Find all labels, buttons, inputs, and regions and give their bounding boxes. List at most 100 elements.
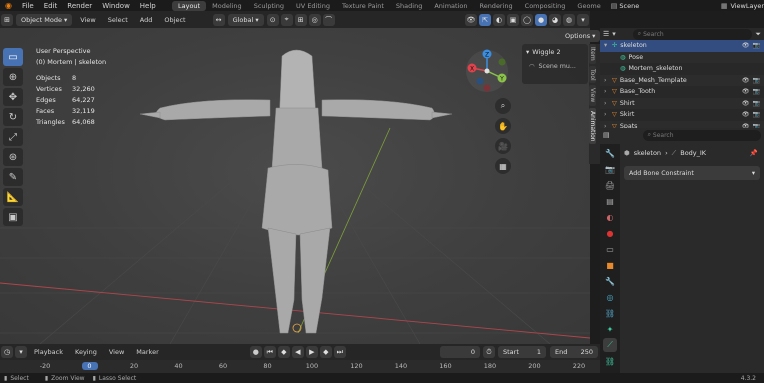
outliner-search-input[interactable]: ⌕ Search: [632, 28, 753, 40]
expand-arrow-right-icon[interactable]: ›: [604, 88, 612, 95]
object-props-icon[interactable]: ■: [603, 258, 617, 272]
outliner-row[interactable]: ◍ Mortem_skeleton: [600, 63, 764, 75]
measure-tool-icon[interactable]: 📐: [3, 188, 23, 206]
mode-select[interactable]: Object Mode ▾: [16, 13, 73, 26]
tab-tool[interactable]: Tool: [589, 65, 596, 84]
transform-tool-icon[interactable]: ⊛: [3, 148, 23, 166]
view-layer-name[interactable]: ViewLayer: [730, 2, 764, 10]
rotate-tool-icon[interactable]: ↻: [3, 108, 23, 126]
tool-props-icon[interactable]: 🔧: [603, 146, 617, 160]
render-camera-icon[interactable]: 📷: [753, 42, 764, 49]
outliner-row[interactable]: ◍ Pose: [600, 51, 764, 63]
menu-edit[interactable]: Edit: [39, 2, 63, 10]
render-camera-icon[interactable]: 📷: [753, 100, 764, 107]
workspace-tab-layout[interactable]: Layout: [172, 0, 207, 11]
menu-playback[interactable]: Playback: [28, 348, 69, 356]
visibility-eye-icon[interactable]: 👁: [742, 111, 753, 118]
shading-rendered-icon[interactable]: ◍: [563, 13, 575, 26]
bone-constraint-props-icon[interactable]: ⛓: [603, 354, 617, 368]
modifier-props-icon[interactable]: 🔧: [603, 274, 617, 288]
visibility-eye-icon[interactable]: 👁: [742, 77, 753, 84]
outliner-filter-icon[interactable]: ⏷: [755, 30, 761, 39]
workspace-tab-shading[interactable]: Shading: [390, 1, 428, 11]
shading-solid-icon[interactable]: ●: [535, 13, 547, 26]
menu-keying[interactable]: Keying: [69, 348, 103, 356]
play-icon[interactable]: ▶: [305, 346, 318, 358]
expand-arrow-right-icon[interactable]: ›: [604, 111, 612, 118]
expand-arrow-down-icon[interactable]: ▾: [604, 42, 612, 49]
pivot-icon[interactable]: ⊙: [266, 13, 279, 26]
tab-item[interactable]: Item: [589, 44, 596, 64]
constraint-props-icon[interactable]: ⛓: [603, 306, 617, 320]
cursor-tool-icon[interactable]: ⊕: [3, 68, 23, 86]
outliner-editor-icon[interactable]: ☰: [603, 30, 609, 38]
output-props-icon[interactable]: 🖨: [603, 178, 617, 192]
proportional-falloff-icon[interactable]: ⌒: [322, 13, 335, 26]
visibility-icon[interactable]: 👁: [465, 13, 477, 26]
menu-marker[interactable]: Marker: [130, 348, 164, 356]
shading-wireframe-icon[interactable]: ◯: [521, 13, 533, 26]
outliner-row[interactable]: › ▽ Base_Mesh_Template 👁 📷: [600, 74, 764, 86]
menu-select[interactable]: Select: [102, 16, 134, 24]
bone-props-icon[interactable]: ⟋: [603, 338, 617, 352]
start-frame-field[interactable]: Start 1: [498, 346, 546, 358]
render-props-icon[interactable]: 📷: [603, 162, 617, 176]
menu-object[interactable]: Object: [158, 16, 191, 24]
workspace-tab-uv-editing[interactable]: UV Editing: [290, 1, 336, 11]
properties-search-input[interactable]: ⌕ Search: [642, 129, 761, 141]
timeline-menu-toggle-icon[interactable]: ▾: [15, 346, 27, 358]
shading-material-icon[interactable]: ◕: [549, 13, 561, 26]
camera-icon[interactable]: 🎥: [495, 138, 511, 154]
orientation-select[interactable]: Global ▾: [227, 13, 264, 26]
add-cube-tool-icon[interactable]: ▣: [3, 208, 23, 226]
data-props-icon[interactable]: ✦: [603, 322, 617, 336]
play-reverse-icon[interactable]: ◀: [291, 346, 304, 358]
menu-help[interactable]: Help: [135, 2, 161, 10]
visibility-eye-icon[interactable]: 👁: [742, 88, 753, 95]
outliner-row[interactable]: › ▽ Shirt 👁 📷: [600, 97, 764, 109]
shading-options-icon[interactable]: ▾: [577, 13, 589, 26]
wiggle-panel-title[interactable]: Wiggle 2: [532, 48, 560, 56]
workspace-tab-texture-paint[interactable]: Texture Paint: [336, 1, 390, 11]
navigation-gizmo[interactable]: Z Y X: [464, 48, 510, 94]
blender-logo-icon[interactable]: ◉: [0, 1, 17, 10]
jump-start-icon[interactable]: ⏮: [263, 346, 276, 358]
filter-icon[interactable]: ▾: [612, 30, 616, 38]
orientation-icon[interactable]: ↔: [212, 13, 225, 26]
menu-view[interactable]: View: [74, 16, 101, 24]
outliner-row[interactable]: ▾ ✢ skeleton 👁 📷: [600, 40, 764, 52]
record-icon[interactable]: ●: [249, 346, 262, 358]
select-box-tool-icon[interactable]: ▭: [3, 48, 23, 66]
prev-key-icon[interactable]: ◆: [277, 346, 290, 358]
toggle-icon[interactable]: ◠: [526, 63, 539, 70]
outliner-row[interactable]: › ▽ Skirt 👁 📷: [600, 109, 764, 121]
overlay-toggle-icon[interactable]: ◐: [493, 13, 505, 26]
proportional-edit-icon[interactable]: ◎: [308, 13, 321, 26]
jump-end-icon[interactable]: ⏭: [333, 346, 346, 358]
options-dropdown[interactable]: Options ▾: [560, 30, 601, 42]
collection-props-icon[interactable]: ▭: [603, 242, 617, 256]
render-camera-icon[interactable]: 📷: [753, 111, 764, 118]
workspace-tab-geometry[interactable]: Geome: [571, 1, 606, 11]
menu-window[interactable]: Window: [97, 2, 135, 10]
tab-animation[interactable]: Animation: [589, 107, 596, 145]
workspace-tab-sculpting[interactable]: Sculpting: [248, 1, 290, 11]
physics-props-icon[interactable]: ◎: [603, 290, 617, 304]
scene-name[interactable]: Scene: [619, 2, 639, 10]
render-camera-icon[interactable]: 📷: [753, 77, 764, 84]
move-tool-icon[interactable]: ✥: [3, 88, 23, 106]
pin-icon[interactable]: 📌: [750, 149, 764, 157]
stopwatch-icon[interactable]: ⏱: [483, 346, 495, 358]
xray-icon[interactable]: ▣: [507, 13, 519, 26]
timeline-ruler[interactable]: -20 0 20 40 60 80 100 120 140 160 180 200 220: [0, 360, 600, 373]
outliner-row[interactable]: › ▽ Base_Tooth 👁 📷: [600, 86, 764, 98]
timeline-editor-icon[interactable]: ◷: [1, 346, 13, 358]
expand-arrow-right-icon[interactable]: ›: [604, 100, 612, 107]
workspace-tab-modeling[interactable]: Modeling: [206, 1, 248, 11]
perspective-grid-icon[interactable]: ▦: [495, 158, 511, 174]
snap-icon[interactable]: ⌖: [280, 13, 293, 26]
current-frame-field[interactable]: 0: [440, 346, 480, 358]
pan-hand-icon[interactable]: ✋: [495, 118, 511, 134]
scale-tool-icon[interactable]: ⤢: [3, 128, 23, 146]
character-mesh[interactable]: [139, 49, 453, 334]
